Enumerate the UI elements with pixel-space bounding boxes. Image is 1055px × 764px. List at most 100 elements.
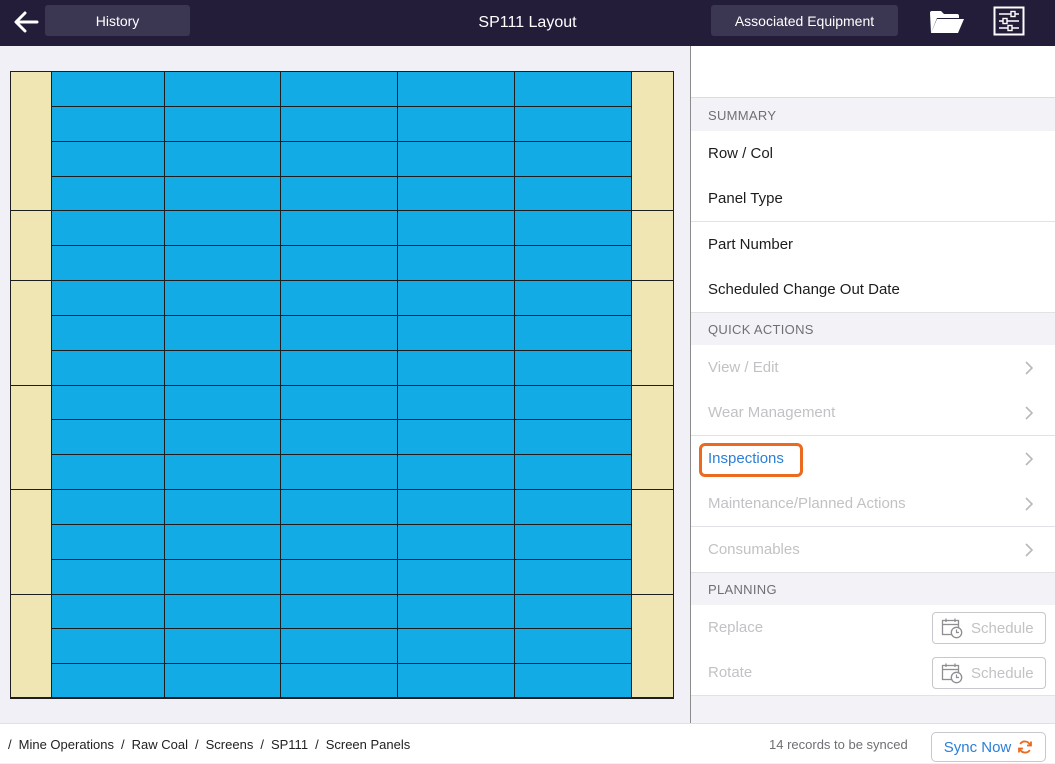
screen-panel-cell[interactable] — [51, 524, 165, 560]
folder-button[interactable] — [926, 6, 968, 38]
screen-panel-cell[interactable] — [164, 176, 281, 211]
screen-panel-cell[interactable] — [164, 559, 281, 595]
screen-panel-cell[interactable] — [164, 454, 281, 490]
screen-panel-cell[interactable] — [280, 489, 398, 525]
screen-panel-cell[interactable] — [514, 385, 632, 420]
breadcrumb-item[interactable]: Raw Coal — [132, 737, 188, 752]
breadcrumb-item[interactable]: Screen Panels — [326, 737, 411, 752]
action-consumables[interactable]: Consumables — [691, 527, 1055, 573]
screen-panel-cell[interactable] — [280, 663, 398, 699]
screen-panel-cell[interactable] — [280, 594, 398, 629]
associated-equipment-button[interactable]: Associated Equipment — [711, 5, 898, 36]
screen-panel-cell[interactable] — [397, 559, 515, 595]
screen-panel-cell[interactable] — [397, 385, 515, 420]
screen-panel-cell[interactable] — [397, 315, 515, 351]
screen-panel-cell[interactable] — [51, 210, 165, 246]
history-button[interactable]: History — [45, 5, 190, 36]
screen-panel-cell[interactable] — [164, 106, 281, 142]
screen-panel-cell[interactable] — [397, 280, 515, 316]
screen-panel-cell[interactable] — [514, 663, 632, 699]
screen-panel-cell[interactable] — [51, 280, 165, 316]
sync-now-button[interactable]: Sync Now — [931, 732, 1046, 762]
screen-panel-cell[interactable] — [280, 385, 398, 420]
screen-panel-cell[interactable] — [397, 106, 515, 142]
screen-panel-cell[interactable] — [514, 524, 632, 560]
screen-panel-cell[interactable] — [280, 71, 398, 107]
screen-panel-cell[interactable] — [514, 419, 632, 455]
screen-panel-cell[interactable] — [51, 663, 165, 699]
screen-panel-cell[interactable] — [164, 350, 281, 386]
screen-panel-cell[interactable] — [164, 315, 281, 351]
screen-panel-cell[interactable] — [397, 210, 515, 246]
screen-panel-cell[interactable] — [514, 489, 632, 525]
screen-panel-cell[interactable] — [51, 315, 165, 351]
breadcrumb-item[interactable]: Screens — [206, 737, 254, 752]
screen-panel-cell[interactable] — [280, 559, 398, 595]
screen-panel-cell[interactable] — [164, 489, 281, 525]
screen-panel-cell[interactable] — [164, 524, 281, 560]
screen-panel-cell[interactable] — [164, 419, 281, 455]
schedule-rotate-button[interactable]: Schedule — [932, 657, 1046, 689]
screen-panel-cell[interactable] — [514, 71, 632, 107]
action-wear-management[interactable]: Wear Management — [691, 390, 1055, 436]
screen-panel-cell[interactable] — [397, 245, 515, 281]
screen-panel-cell[interactable] — [514, 280, 632, 316]
screen-panel-cell[interactable] — [280, 176, 398, 211]
screen-panel-cell[interactable] — [51, 71, 165, 107]
screen-panel-cell[interactable] — [280, 454, 398, 490]
screen-panel-cell[interactable] — [397, 176, 515, 211]
screen-panel-cell[interactable] — [514, 559, 632, 595]
screen-panel-cell[interactable] — [514, 245, 632, 281]
screen-panel-cell[interactable] — [514, 350, 632, 386]
screen-panel-cell[interactable] — [397, 524, 515, 560]
screen-panel-cell[interactable] — [397, 141, 515, 177]
screen-panel-cell[interactable] — [280, 350, 398, 386]
screen-panel-cell[interactable] — [51, 419, 165, 455]
screen-panel-cell[interactable] — [514, 628, 632, 664]
screen-panel-cell[interactable] — [51, 141, 165, 177]
screen-panel-cell[interactable] — [164, 385, 281, 420]
screen-panel-cell[interactable] — [514, 594, 632, 629]
screen-panel-cell[interactable] — [280, 280, 398, 316]
schedule-replace-button[interactable]: Schedule — [932, 612, 1046, 644]
screen-panel-cell[interactable] — [164, 280, 281, 316]
screen-panel-cell[interactable] — [514, 176, 632, 211]
screen-panel-cell[interactable] — [397, 628, 515, 664]
screen-panel-cell[interactable] — [51, 385, 165, 420]
screen-panel-cell[interactable] — [51, 559, 165, 595]
screen-panel-cell[interactable] — [397, 489, 515, 525]
screen-panel-cell[interactable] — [164, 628, 281, 664]
screen-panel-cell[interactable] — [51, 176, 165, 211]
breadcrumb-item[interactable]: SP111 — [271, 737, 308, 752]
screen-panel-cell[interactable] — [51, 489, 165, 525]
screen-panel-cell[interactable] — [280, 419, 398, 455]
action-maintenance[interactable]: Maintenance/Planned Actions — [691, 481, 1055, 527]
back-button[interactable] — [10, 8, 42, 36]
screen-panel-cell[interactable] — [514, 141, 632, 177]
screen-panel-cell[interactable] — [397, 594, 515, 629]
screen-panel-cell[interactable] — [51, 454, 165, 490]
screen-panel-cell[interactable] — [514, 315, 632, 351]
screen-panel-cell[interactable] — [51, 245, 165, 281]
filter-button[interactable] — [992, 5, 1026, 37]
screen-panel-cell[interactable] — [51, 628, 165, 664]
screen-panel-cell[interactable] — [280, 210, 398, 246]
screen-panel-cell[interactable] — [280, 524, 398, 560]
screen-panel-cell[interactable] — [164, 210, 281, 246]
screen-panel-cell[interactable] — [164, 141, 281, 177]
action-view-edit[interactable]: View / Edit — [691, 345, 1055, 391]
screen-panel-cell[interactable] — [51, 594, 165, 629]
screen-panel-cell[interactable] — [397, 454, 515, 490]
action-inspections[interactable]: Inspections — [691, 436, 1055, 482]
screen-panel-cell[interactable] — [51, 350, 165, 386]
screen-panel-cell[interactable] — [51, 106, 165, 142]
breadcrumb-item[interactable]: Mine Operations — [19, 737, 114, 752]
screen-panel-cell[interactable] — [514, 106, 632, 142]
screen-panel-cell[interactable] — [280, 106, 398, 142]
screen-panel-cell[interactable] — [164, 663, 281, 699]
screen-panel-cell[interactable] — [397, 663, 515, 699]
screen-panel-cell[interactable] — [164, 71, 281, 107]
screen-panel-cell[interactable] — [164, 594, 281, 629]
screen-panel-cell[interactable] — [164, 245, 281, 281]
screen-panel-cell[interactable] — [280, 245, 398, 281]
